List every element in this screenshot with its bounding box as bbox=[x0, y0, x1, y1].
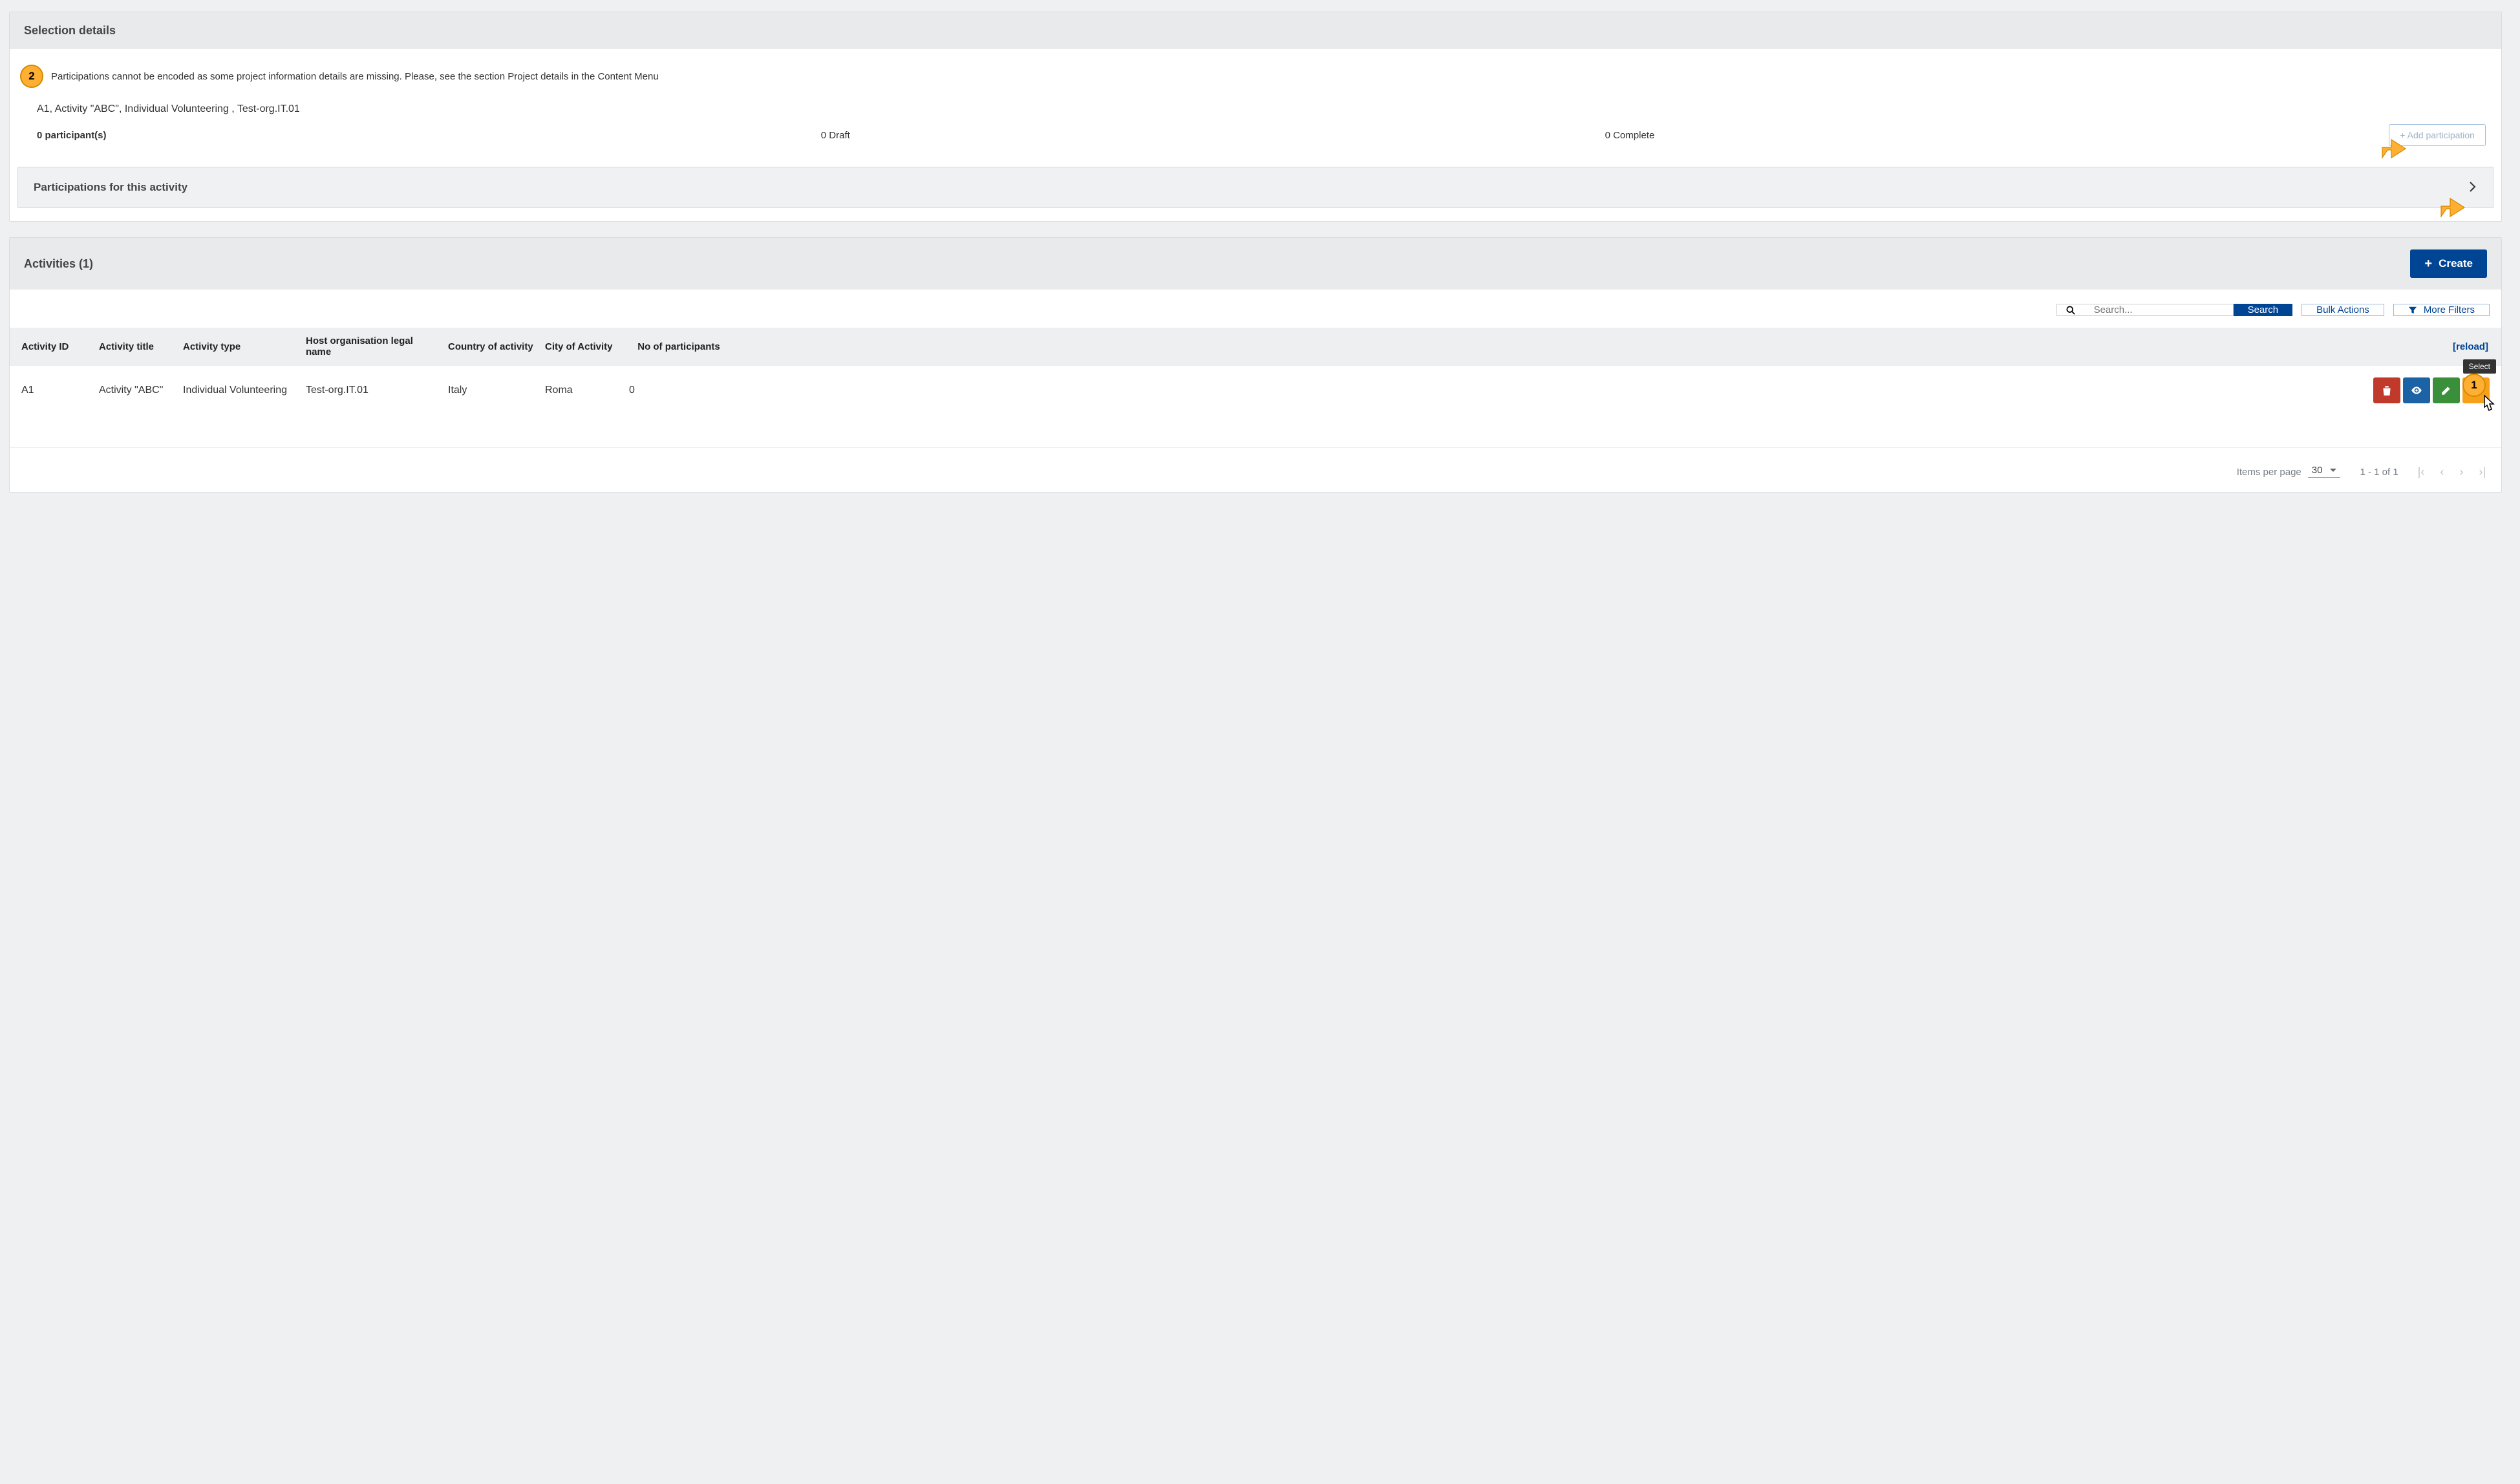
col-activity-type: Activity type bbox=[178, 341, 301, 352]
participations-subsection[interactable]: Participations for this activity bbox=[17, 167, 2493, 208]
col-activity-id: Activity ID bbox=[16, 341, 94, 352]
cell-activity-title: Activity "ABC" bbox=[94, 385, 178, 396]
table-header-row: Activity ID Activity title Activity type… bbox=[10, 328, 2501, 365]
trash-icon bbox=[2381, 385, 2393, 396]
items-per-page-label: Items per page bbox=[2237, 467, 2301, 478]
edit-button[interactable] bbox=[2433, 377, 2460, 403]
activity-summary-text: A1, Activity "ABC", Individual Volunteer… bbox=[37, 103, 2486, 115]
col-participants: No of participants bbox=[624, 341, 734, 352]
participations-subsection-title: Participations for this activity bbox=[34, 181, 187, 194]
page-last-icon[interactable]: ›| bbox=[2479, 465, 2486, 479]
selection-details-panel: Selection details 2 Participations canno… bbox=[9, 12, 2502, 222]
page-next-icon[interactable]: › bbox=[2459, 465, 2463, 479]
chevron-right-icon bbox=[2468, 179, 2477, 196]
pencil-icon bbox=[2440, 385, 2452, 396]
bulk-actions-button[interactable]: Bulk Actions bbox=[2301, 304, 2384, 316]
view-button[interactable] bbox=[2403, 377, 2430, 403]
filter-icon bbox=[2408, 306, 2417, 315]
cell-activity-type: Individual Volunteering bbox=[178, 385, 301, 396]
delete-button[interactable] bbox=[2373, 377, 2400, 403]
selection-details-title: Selection details bbox=[24, 24, 116, 37]
plus-icon: + bbox=[2424, 257, 2432, 270]
activities-header: Activities (1) + Create bbox=[10, 238, 2501, 290]
cursor-pointer-icon bbox=[2478, 394, 2499, 418]
col-city: City of Activity bbox=[540, 341, 624, 352]
cell-activity-id: A1 bbox=[16, 385, 94, 396]
col-activity-title: Activity title bbox=[94, 341, 178, 352]
create-button-label: Create bbox=[2439, 257, 2473, 270]
pagination-range: 1 - 1 of 1 bbox=[2360, 467, 2398, 478]
selection-details-header: Selection details bbox=[10, 12, 2501, 49]
col-host: Host organisation legal name bbox=[301, 335, 443, 357]
tooltip-select: Select bbox=[2463, 359, 2496, 374]
search-button[interactable]: Search bbox=[2234, 304, 2293, 316]
reload-link[interactable]: [reload] bbox=[2453, 341, 2488, 352]
table-footer: Items per page 30 1 - 1 of 1 |‹ ‹ › ›| bbox=[10, 447, 2501, 492]
items-per-page-value: 30 bbox=[2308, 465, 2341, 478]
participants-count: 0 participant(s) bbox=[37, 130, 821, 141]
activities-table: Activity ID Activity title Activity type… bbox=[10, 328, 2501, 415]
annotation-arrow-icon bbox=[2377, 132, 2408, 165]
cell-city: Roma bbox=[540, 385, 624, 396]
create-button[interactable]: + Create bbox=[2410, 249, 2487, 278]
complete-count: 0 Complete bbox=[1605, 130, 2389, 141]
cell-participants: 0 bbox=[624, 385, 734, 396]
table-row: A1 Activity "ABC" Individual Volunteerin… bbox=[10, 365, 2501, 415]
draft-count: 0 Draft bbox=[821, 130, 1605, 141]
activities-toolbar: Search Bulk Actions More Filters bbox=[10, 290, 2501, 328]
items-per-page-select[interactable]: 30 bbox=[2308, 465, 2341, 479]
page-first-icon[interactable]: |‹ bbox=[2418, 465, 2425, 479]
eye-icon bbox=[2411, 385, 2422, 396]
activities-panel: Activities (1) + Create Search Bulk Acti… bbox=[9, 237, 2502, 493]
annotation-arrow-icon bbox=[2436, 191, 2467, 224]
search-icon bbox=[2056, 304, 2085, 316]
activities-title: Activities (1) bbox=[24, 257, 93, 271]
page-prev-icon[interactable]: ‹ bbox=[2440, 465, 2444, 479]
warning-text: Participations cannot be encoded as some… bbox=[51, 71, 659, 82]
annotation-callout-2: 2 bbox=[20, 65, 43, 88]
annotation-callout-1: 1 bbox=[2462, 374, 2486, 397]
cell-host: Test-org.IT.01 bbox=[301, 385, 443, 396]
more-filters-button[interactable]: More Filters bbox=[2393, 304, 2490, 316]
search-input[interactable] bbox=[2085, 304, 2234, 316]
more-filters-label: More Filters bbox=[2424, 304, 2475, 315]
cell-country: Italy bbox=[443, 385, 540, 396]
col-country: Country of activity bbox=[443, 341, 540, 352]
